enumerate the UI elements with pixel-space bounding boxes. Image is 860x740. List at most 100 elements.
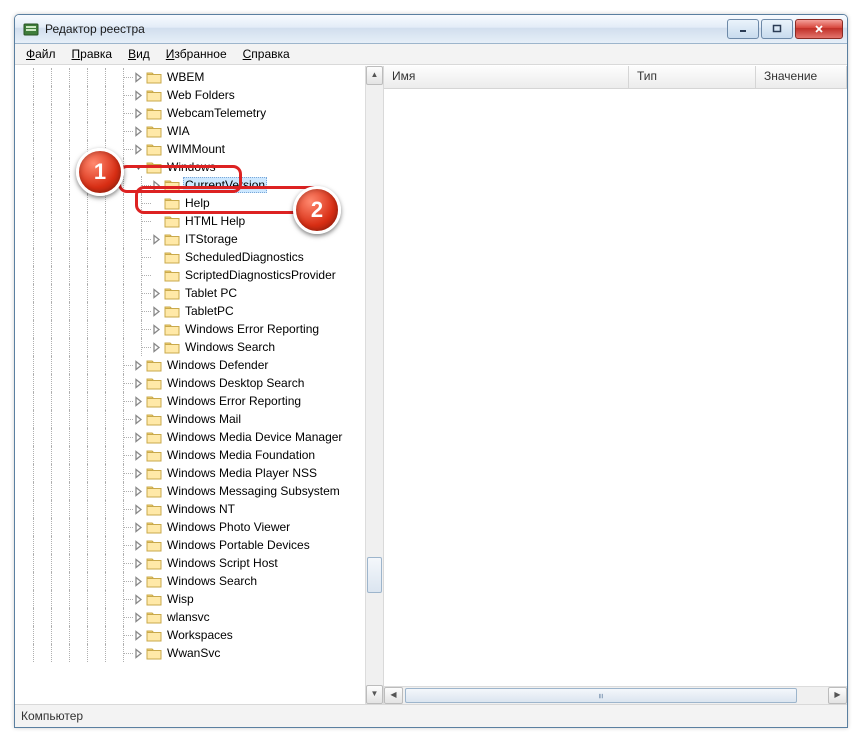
expand-icon[interactable] [151,180,162,191]
scroll-down-button[interactable]: ▼ [366,685,383,704]
tree-item-label: Windows Photo Viewer [165,520,292,534]
tree-item-label: WwanSvc [165,646,222,660]
tree-item[interactable]: Windows [15,158,366,176]
expand-icon[interactable] [133,558,144,569]
column-value[interactable]: Значение [756,66,847,88]
tree-item[interactable]: Windows Error Reporting [15,392,366,410]
folder-icon [146,106,162,120]
vertical-scrollbar[interactable]: ▲ ▼ [365,66,383,704]
expand-icon[interactable] [151,234,162,245]
expand-icon[interactable] [151,306,162,317]
tree-item[interactable]: Windows Media Device Manager [15,428,366,446]
expand-icon[interactable] [151,324,162,335]
tree-item[interactable]: Windows Script Host [15,554,366,572]
expand-icon[interactable] [151,288,162,299]
expand-icon[interactable] [133,108,144,119]
tree-item[interactable]: Windows NT [15,500,366,518]
tree-item[interactable]: Workspaces [15,626,366,644]
expand-icon[interactable] [133,72,144,83]
expand-icon[interactable] [133,594,144,605]
expand-icon[interactable] [133,450,144,461]
expand-icon[interactable] [133,504,144,515]
tree-item-label: Help [183,196,212,210]
expand-icon[interactable] [133,360,144,371]
expand-icon[interactable] [133,648,144,659]
expand-icon[interactable] [133,486,144,497]
scroll-right-button[interactable]: ▶ [828,687,847,704]
menu-file[interactable]: Файл [19,46,63,62]
tree-item[interactable]: Windows Search [15,572,366,590]
tree-spacer [151,270,162,281]
scroll-track[interactable] [366,85,383,685]
expand-icon[interactable] [133,468,144,479]
tree-item[interactable]: WebcamTelemetry [15,104,366,122]
tree-item[interactable]: Windows Photo Viewer [15,518,366,536]
tree-item[interactable]: WwanSvc [15,644,366,662]
titlebar[interactable]: Редактор реестра [15,15,847,44]
tree-item[interactable]: WBEM [15,68,366,86]
tree-item[interactable]: Windows Error Reporting [15,320,366,338]
expand-icon[interactable] [133,540,144,551]
menu-favorites[interactable]: Избранное [159,46,234,62]
tree-item-label: WIMMount [165,142,227,156]
tree-item[interactable]: wlansvc [15,608,366,626]
folder-icon [146,142,162,156]
tree-item[interactable]: Windows Defender [15,356,366,374]
expand-icon[interactable] [133,576,144,587]
expand-icon[interactable] [133,126,144,137]
column-type[interactable]: Тип [629,66,756,88]
tree-item[interactable]: Windows Search [15,338,366,356]
values-pane[interactable]: Имя Тип Значение ◀ ▶ [384,66,847,704]
tree-item[interactable]: Web Folders [15,86,366,104]
expand-icon[interactable] [133,144,144,155]
tree-item[interactable]: Windows Media Player NSS [15,464,366,482]
menu-view[interactable]: Вид [121,46,157,62]
menu-help[interactable]: Справка [236,46,297,62]
expand-icon[interactable] [151,342,162,353]
expand-icon[interactable] [133,90,144,101]
tree-item[interactable]: Tablet PC [15,284,366,302]
tree-item[interactable]: Windows Desktop Search [15,374,366,392]
tree-pane[interactable]: WBEM Web Folders WebcamTelemetryWIA WIMMoun… [15,66,384,704]
tree-item-label: Web Folders [165,88,237,102]
tree-item[interactable]: WIA [15,122,366,140]
values-list[interactable] [384,89,847,686]
tree-item-label: Windows Error Reporting [165,394,303,408]
expand-icon[interactable] [133,378,144,389]
tree-item[interactable]: ScheduledDiagnostics [15,248,366,266]
horizontal-scrollbar[interactable]: ◀ ▶ [384,686,847,704]
expand-icon[interactable] [133,396,144,407]
hscroll-track[interactable] [403,687,828,704]
tree-item-label: Windows Portable Devices [165,538,312,552]
tree-item[interactable]: TabletPC [15,302,366,320]
expand-icon[interactable] [133,432,144,443]
tree-item-label: Windows Mail [165,412,243,426]
scroll-up-button[interactable]: ▲ [366,66,383,85]
menu-edit[interactable]: Правка [65,46,120,62]
tree-item[interactable]: ScriptedDiagnosticsProvider [15,266,366,284]
expand-icon[interactable] [133,522,144,533]
menubar: Файл Правка Вид Избранное Справка [15,44,847,65]
minimize-button[interactable] [727,19,759,39]
tree-item[interactable]: Windows Portable Devices [15,536,366,554]
scroll-thumb[interactable] [367,557,382,593]
tree-item[interactable]: WIMMount [15,140,366,158]
tree-item[interactable]: Windows Mail [15,410,366,428]
tree-item[interactable]: Windows Messaging Subsystem [15,482,366,500]
expand-icon[interactable] [133,414,144,425]
tree-item-label: TabletPC [183,304,236,318]
tree-item[interactable]: Windows Media Foundation [15,446,366,464]
maximize-button[interactable] [761,19,793,39]
scroll-left-button[interactable]: ◀ [384,687,403,704]
folder-icon [146,124,162,138]
tree-item-label: Windows [165,160,218,174]
hscroll-thumb[interactable] [405,688,797,703]
collapse-icon[interactable] [133,162,144,173]
tree-item[interactable]: Wisp [15,590,366,608]
expand-icon[interactable] [133,612,144,623]
folder-icon [164,214,180,228]
expand-icon[interactable] [133,630,144,641]
column-name[interactable]: Имя [384,66,629,88]
folder-icon [146,574,162,588]
close-button[interactable] [795,19,843,39]
